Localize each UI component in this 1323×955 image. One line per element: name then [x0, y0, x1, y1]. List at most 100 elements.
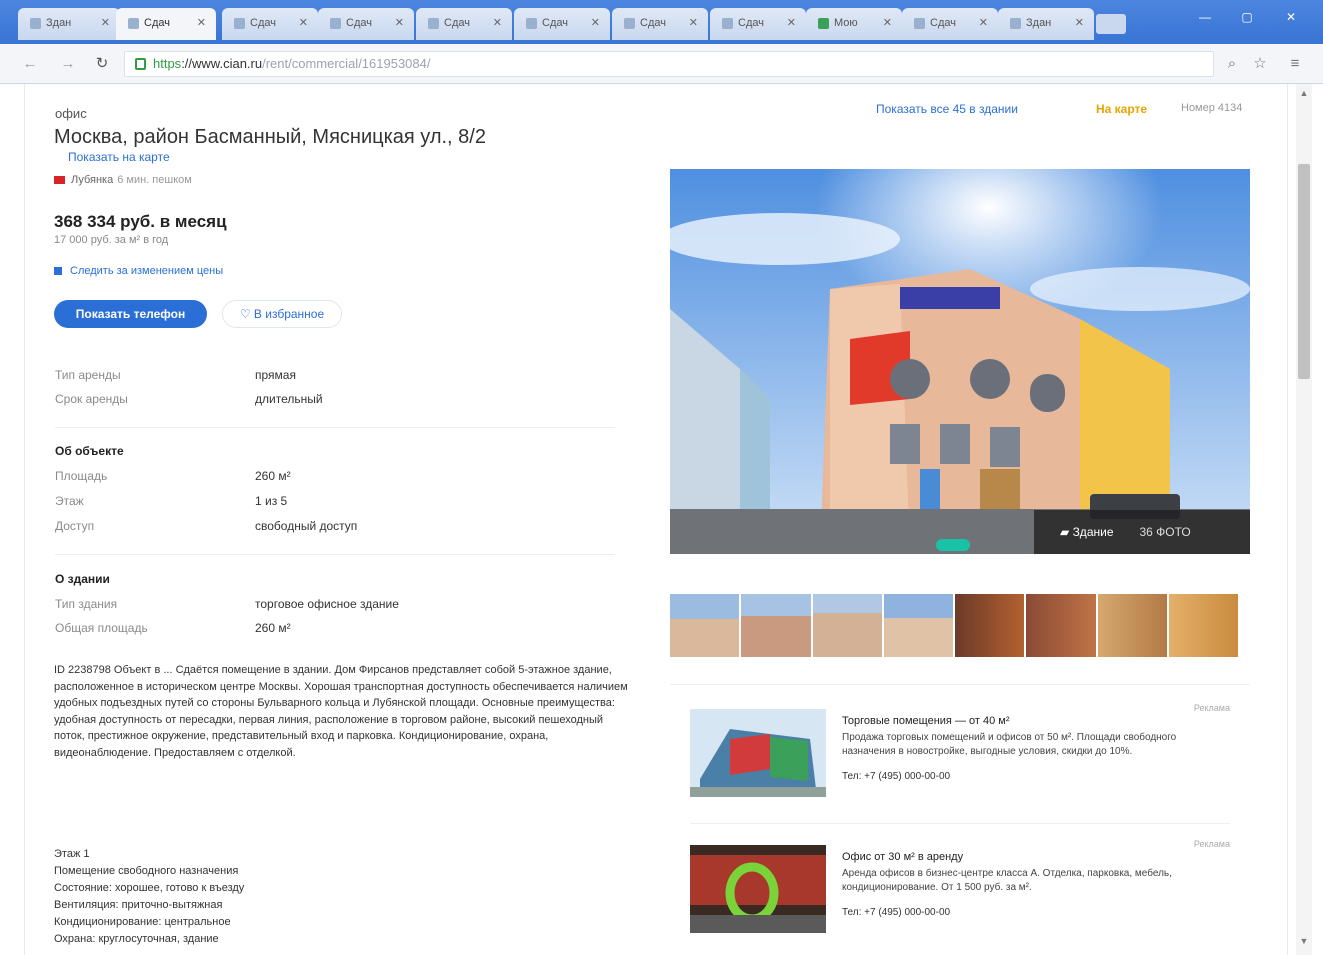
forward-icon[interactable]: → — [58, 54, 78, 74]
menu-icon[interactable]: ≡ — [1285, 54, 1305, 74]
map-link[interactable]: На карте — [1096, 102, 1147, 116]
lock-icon — [135, 58, 146, 70]
price-per-meter: 17 000 руб. за м² в год — [54, 234, 169, 246]
tab-strip: Здан ✕ Сдач ✕ Сдач ✕ Сдач ✕ Сдач ✕ Сдач ✕ Сдач… — [0, 0, 1323, 44]
favicon-icon — [526, 18, 537, 29]
object-type: офис — [55, 106, 87, 121]
close-icon[interactable]: ✕ — [591, 16, 600, 29]
add-to-favorites-button[interactable]: ♡ В избранное — [222, 300, 342, 328]
listing-number: Номер 4134 — [1181, 102, 1243, 114]
scroll-down-icon[interactable]: ▼ — [1296, 936, 1312, 950]
list-item: Состояние: хорошее, готово к въезду — [54, 882, 245, 894]
minimize-icon[interactable]: — — [1196, 10, 1214, 26]
ad-item[interactable]: Офис от 30 м² в аренду Аренда офисов в б… — [690, 839, 1230, 955]
ad-block: Торговые помещения — от 40 м² Продажа то… — [670, 684, 1250, 955]
ad-image — [690, 709, 826, 797]
similar-offers-link[interactable]: Показать все 45 в здании — [876, 102, 1018, 116]
thumbnail[interactable] — [883, 594, 955, 657]
ad-phone: Тел: +7 (495) 000-00-00 — [842, 771, 951, 782]
close-window-icon[interactable]: ✕ — [1282, 10, 1300, 26]
maximize-icon[interactable]: ▢ — [1238, 10, 1256, 26]
ad-title[interactable]: Офис от 30 м² в аренду — [842, 851, 963, 863]
browser-tab[interactable]: Мою ✕ — [806, 8, 902, 40]
thumbnail[interactable] — [1026, 594, 1098, 657]
metro-icon — [54, 176, 65, 185]
favicon-icon — [914, 18, 925, 29]
favicon-icon — [722, 18, 733, 29]
browser-tab[interactable]: Сдач ✕ — [514, 8, 610, 40]
divider — [690, 823, 1230, 824]
page-content: офис Москва, район Басманный, Мясницкая … — [0, 84, 1323, 955]
thumbnail[interactable] — [812, 594, 884, 657]
close-icon[interactable]: ✕ — [493, 16, 502, 29]
favicon-icon — [30, 18, 41, 29]
list-item: Вентиляция: приточно-вытяжная — [54, 899, 223, 911]
thumbnail[interactable] — [1168, 594, 1240, 657]
close-icon[interactable]: ✕ — [197, 16, 206, 29]
back-icon[interactable]: ← — [20, 54, 40, 74]
favicon-icon — [128, 18, 139, 29]
close-icon[interactable]: ✕ — [101, 16, 110, 29]
favicon-icon — [1010, 18, 1021, 29]
thumbnail[interactable] — [955, 594, 1027, 657]
browser-window: Здан ✕ Сдач ✕ Сдач ✕ Сдач ✕ Сдач ✕ Сдач ✕ Сдач… — [0, 0, 1323, 955]
scrollbar[interactable]: ▲ ▼ — [1296, 84, 1312, 955]
close-icon[interactable]: ✕ — [395, 16, 404, 29]
heart-icon: ♡ — [239, 307, 254, 321]
reload-icon[interactable]: ↻ — [92, 54, 112, 74]
close-icon[interactable]: ✕ — [299, 16, 308, 29]
thumbnail[interactable] — [670, 594, 742, 657]
favicon-icon — [234, 18, 245, 29]
close-icon[interactable]: ✕ — [883, 16, 892, 29]
browser-tab[interactable]: Сдач ✕ — [612, 8, 708, 40]
new-tab-button[interactable] — [1096, 14, 1126, 34]
list-item: Этаж 1 — [54, 848, 90, 860]
favicon-icon — [428, 18, 439, 29]
scroll-up-icon[interactable]: ▲ — [1296, 88, 1312, 102]
thumbnail[interactable] — [1097, 594, 1169, 657]
main-photo[interactable]: ▰ Здание 36 ФОТО — [670, 169, 1250, 554]
close-icon[interactable]: ✕ — [979, 16, 988, 29]
ad-text: Продажа торговых помещений и офисов от 5… — [842, 732, 1177, 757]
photo-thumbnails — [670, 594, 1240, 657]
browser-tab[interactable]: Сдач ✕ — [416, 8, 512, 40]
thumbnail[interactable] — [741, 594, 813, 657]
show-phone-button[interactable]: Показать телефон — [54, 300, 207, 328]
browser-tab-active[interactable]: Сдач ✕ — [116, 8, 216, 40]
feature-list: Этаж 1 Помещение свободного назначения С… — [54, 846, 354, 948]
favicon-icon — [624, 18, 635, 29]
scrollbar-thumb[interactable] — [1298, 164, 1310, 379]
bookmark-icon[interactable]: ☆ — [1250, 54, 1270, 74]
url-host: ://www.cian.ru — [181, 56, 263, 71]
price-watch-link[interactable]: Следить за изменением цены — [54, 265, 223, 277]
divider — [55, 554, 615, 555]
browser-tab[interactable]: Сдач ✕ — [222, 8, 318, 40]
ad-label: Реклама — [1193, 839, 1230, 849]
browser-tab[interactable]: Сдач ✕ — [902, 8, 998, 40]
address-bar[interactable]: https://www.cian.ru/rent/commercial/1619… — [124, 51, 1214, 77]
browser-tab[interactable]: Здан ✕ — [998, 8, 1094, 40]
list-item: Помещение свободного назначения — [54, 865, 239, 877]
close-icon[interactable]: ✕ — [787, 16, 796, 29]
photo-counter[interactable]: ▰ Здание 36 ФОТО — [1034, 510, 1250, 554]
ad-item[interactable]: Торговые помещения — от 40 м² Продажа то… — [690, 703, 1230, 819]
close-icon[interactable]: ✕ — [689, 16, 698, 29]
price: 368 334 руб. в месяц — [54, 212, 227, 231]
ad-title[interactable]: Торговые помещения — от 40 м² — [842, 715, 1009, 727]
url-path: /rent/commercial/161953084/ — [262, 56, 431, 71]
browser-toolbar: ← → ↻ https://www.cian.ru/rent/commercia… — [0, 44, 1323, 84]
carousel-indicator[interactable] — [936, 539, 970, 551]
close-icon[interactable]: ✕ — [1075, 16, 1084, 29]
bell-icon — [54, 267, 62, 276]
about-building-title: О здании — [55, 572, 110, 586]
browser-tab[interactable]: Здан ✕ — [18, 8, 120, 40]
browser-tab[interactable]: Сдач ✕ — [318, 8, 414, 40]
camera-icon: ▰ — [1060, 525, 1073, 539]
description: ID 2238798 Объект в ... Сдаётся помещени… — [54, 664, 628, 759]
ad-text: Аренда офисов в бизнес-центре класса А. … — [842, 868, 1172, 893]
building-photo — [670, 169, 1250, 554]
browser-tab[interactable]: Сдач ✕ — [710, 8, 806, 40]
show-on-map-link[interactable]: Показать на карте — [68, 150, 170, 164]
ad-label: Реклама — [1193, 703, 1230, 713]
search-icon[interactable]: ⌕ — [1222, 54, 1242, 74]
